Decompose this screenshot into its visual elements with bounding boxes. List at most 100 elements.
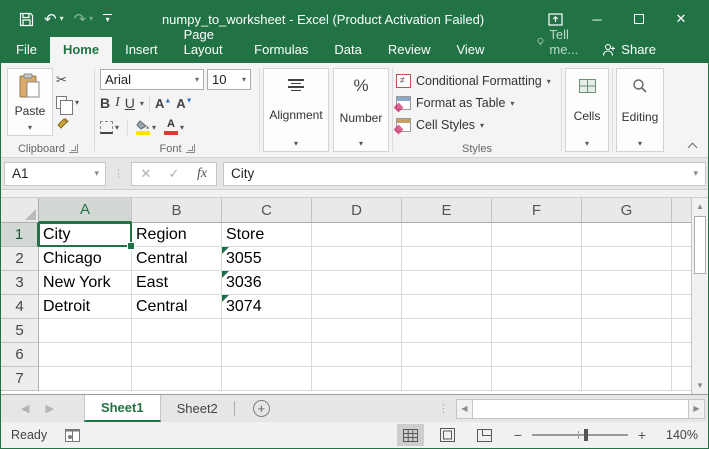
new-sheet-button[interactable]: + [235, 395, 288, 422]
cell-G2[interactable] [582, 247, 672, 271]
view-normal-button[interactable] [397, 424, 424, 446]
vertical-scrollbar[interactable]: ▲ ▼ [691, 198, 708, 394]
collapse-ribbon-icon[interactable] [688, 141, 698, 151]
cell-A7[interactable] [39, 367, 132, 391]
macro-record-icon[interactable] [65, 429, 80, 442]
column-header-F[interactable]: F [492, 198, 582, 223]
confirm-entry-icon[interactable]: ✓ [160, 166, 188, 182]
italic-button[interactable]: I [115, 95, 120, 111]
vertical-scroll-thumb[interactable] [694, 216, 706, 274]
paste-button[interactable]: Paste ▾ [7, 68, 53, 136]
cell-E2[interactable] [402, 247, 492, 271]
cell-E6[interactable] [402, 343, 492, 367]
cell-D5[interactable] [312, 319, 402, 343]
zoom-slider-handle[interactable] [584, 429, 588, 441]
column-header-B[interactable]: B [132, 198, 222, 223]
expand-formula-bar-icon[interactable]: ▾ [693, 168, 705, 179]
cell-A2[interactable]: Chicago [39, 247, 132, 271]
row-header-4[interactable]: 4 [1, 295, 39, 319]
column-header-E[interactable]: E [402, 198, 492, 223]
row-header-5[interactable]: 5 [1, 319, 39, 343]
format-painter-button[interactable] [56, 115, 79, 133]
name-box[interactable]: A1 ▾ [4, 162, 106, 186]
sheet-tab-sheet2[interactable]: Sheet2 [161, 395, 234, 422]
row-header-3[interactable]: 3 [1, 271, 39, 295]
customize-qat-button[interactable]: ▾ [103, 14, 112, 24]
cell-G5[interactable] [582, 319, 672, 343]
cell-D4[interactable] [312, 295, 402, 319]
cell-F5[interactable] [492, 319, 582, 343]
cell-C6[interactable] [222, 343, 312, 367]
underline-button[interactable]: U [125, 95, 135, 111]
column-header-G[interactable]: G [582, 198, 672, 223]
zoom-slider[interactable] [532, 428, 628, 442]
formula-bar-input[interactable]: City ▾ [223, 162, 706, 186]
scroll-down-icon[interactable]: ▼ [692, 377, 708, 394]
cell-C3[interactable]: 3036 [222, 271, 312, 295]
tab-view[interactable]: View [443, 37, 497, 63]
font-color-button[interactable]: A ▾ [164, 118, 184, 136]
undo-button[interactable]: ↶▾ [44, 12, 64, 27]
clipboard-dialog-launcher-icon[interactable] [69, 144, 78, 153]
format-as-table-button[interactable]: Format as Table ▾ [396, 94, 558, 113]
sheet-nav-right-icon[interactable]: ▶ [45, 402, 53, 415]
cell-G1[interactable] [582, 223, 672, 247]
row-header-7[interactable]: 7 [1, 367, 39, 391]
cell-E5[interactable] [402, 319, 492, 343]
tab-page-layout[interactable]: Page Layout [171, 22, 242, 63]
editing-group-button[interactable]: Editing ▾ [616, 68, 664, 152]
column-header-C[interactable]: C [222, 198, 312, 223]
cell-D3[interactable] [312, 271, 402, 295]
view-page-layout-button[interactable] [434, 424, 461, 446]
cell-E1[interactable] [402, 223, 492, 247]
underline-dropdown[interactable]: ▾ [140, 99, 144, 108]
cell-F2[interactable] [492, 247, 582, 271]
cells-group-button[interactable]: Cells ▾ [565, 68, 609, 152]
copy-button[interactable]: ▾ [56, 93, 79, 111]
insert-function-button[interactable]: fx [188, 166, 216, 182]
row-header-2[interactable]: 2 [1, 247, 39, 271]
conditional-formatting-button[interactable]: Conditional Formatting ▾ [396, 72, 558, 91]
cell-A6[interactable] [39, 343, 132, 367]
alignment-group-button[interactable]: Alignment ▾ [263, 68, 329, 152]
cell-G7[interactable] [582, 367, 672, 391]
column-header-A[interactable]: A [39, 198, 132, 223]
cell-G3[interactable] [582, 271, 672, 295]
cell-C5[interactable] [222, 319, 312, 343]
close-button[interactable]: ✕ [660, 4, 702, 34]
tab-review[interactable]: Review [375, 37, 444, 63]
tab-formulas[interactable]: Formulas [241, 37, 321, 63]
scroll-up-icon[interactable]: ▲ [692, 198, 708, 215]
cell-B7[interactable] [132, 367, 222, 391]
cell-D1[interactable] [312, 223, 402, 247]
cell-B3[interactable]: East [132, 271, 222, 295]
sheet-nav-left-icon[interactable]: ◀ [21, 402, 29, 415]
maximize-button[interactable] [618, 4, 660, 34]
view-page-break-button[interactable] [471, 424, 498, 446]
cell-C7[interactable] [222, 367, 312, 391]
font-size-combo[interactable]: 10▾ [207, 69, 251, 90]
cell-D2[interactable] [312, 247, 402, 271]
cell-C1[interactable]: Store [222, 223, 312, 247]
zoom-out-icon[interactable]: − [512, 427, 524, 443]
cell-E3[interactable] [402, 271, 492, 295]
cell-A4[interactable]: Detroit [39, 295, 132, 319]
cell-F6[interactable] [492, 343, 582, 367]
name-box-dropdown-icon[interactable]: ▾ [94, 168, 105, 179]
save-icon[interactable] [19, 12, 34, 27]
tab-data[interactable]: Data [321, 37, 374, 63]
cut-button[interactable]: ✂ [56, 71, 79, 89]
tab-home[interactable]: Home [50, 37, 112, 63]
number-group-button[interactable]: % Number ▾ [333, 68, 389, 152]
tab-file[interactable]: File [1, 37, 50, 63]
select-all-corner[interactable] [1, 198, 39, 223]
tab-insert[interactable]: Insert [112, 37, 171, 63]
bold-button[interactable]: B [100, 95, 110, 111]
cell-A1[interactable]: City [39, 223, 132, 247]
cell-G4[interactable] [582, 295, 672, 319]
cell-F1[interactable] [492, 223, 582, 247]
cell-E4[interactable] [402, 295, 492, 319]
scroll-left-icon[interactable]: ◀ [456, 399, 473, 419]
cell-B2[interactable]: Central [132, 247, 222, 271]
cell-F3[interactable] [492, 271, 582, 295]
